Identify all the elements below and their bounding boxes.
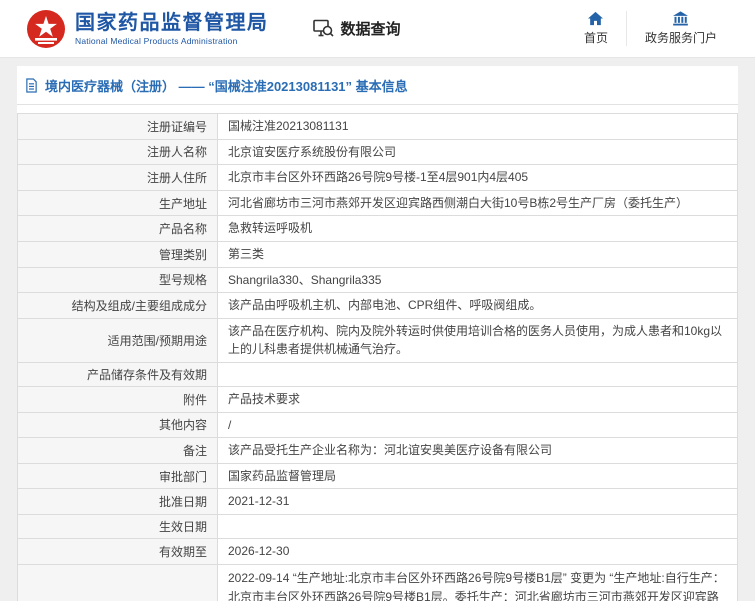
row-label: 批准日期 xyxy=(18,489,218,515)
nav-home[interactable]: 首页 xyxy=(566,11,626,46)
row-label: 管理类别 xyxy=(18,241,218,267)
content-panel: 境内医疗器械（注册） —— “国械注准20213081131” 基本信息 注册证… xyxy=(17,66,738,601)
brand: 国家药品监督管理局 National Medical Products Admi… xyxy=(26,9,269,49)
data-query-icon xyxy=(313,19,334,38)
row-value xyxy=(218,514,738,538)
table-row: 附件 产品技术要求 xyxy=(18,386,738,412)
row-label: 注册证编号 xyxy=(18,114,218,140)
table-row: 生产地址 河北省廊坊市三河市燕郊开发区迎宾路西侧潮白大街10号B栋2号生产厂房（… xyxy=(18,190,738,216)
row-value: 2021-12-31 xyxy=(218,489,738,515)
table-row: 批准日期 2021-12-31 xyxy=(18,489,738,515)
header-nav: 首页 政务服务门户 xyxy=(566,11,735,46)
row-label: 其他内容 xyxy=(18,412,218,438)
row-value: 国家药品监督管理局 xyxy=(218,463,738,489)
nmpa-emblem-icon xyxy=(26,9,66,49)
nav-portal-label: 政务服务门户 xyxy=(645,29,717,46)
table-row: 适用范围/预期用途 该产品在医疗机构、院内及院外转运时供使用培训合格的医务人员使… xyxy=(18,318,738,362)
table-row: 注册证编号 国械注准20213081131 xyxy=(18,114,738,140)
table-row: 产品储存条件及有效期 xyxy=(18,362,738,386)
org-name: 国家药品监督管理局 xyxy=(75,12,269,34)
table-row: 备注 该产品受托生产企业名称为：河北谊安奥美医疗设备有限公司 xyxy=(18,438,738,464)
table-row: 注册人住所 北京市丰台区外环西路26号院9号楼-1至4层901内4层405 xyxy=(18,165,738,191)
row-label: 变更情况 xyxy=(18,564,218,601)
registration-info-table: 注册证编号 国械注准20213081131 注册人名称 北京谊安医疗系统股份有限… xyxy=(17,113,738,601)
table-row: 产品名称 急救转运呼吸机 xyxy=(18,216,738,242)
row-value: 该产品受托生产企业名称为：河北谊安奥美医疗设备有限公司 xyxy=(218,438,738,464)
row-label: 结构及组成/主要组成成分 xyxy=(18,293,218,319)
table-row: 管理类别 第三类 xyxy=(18,241,738,267)
row-label: 生产地址 xyxy=(18,190,218,216)
home-icon xyxy=(587,11,604,26)
row-value: 该产品在医疗机构、院内及院外转运时供使用培训合格的医务人员使用，为成人患者和10… xyxy=(218,318,738,362)
table-row: 有效期至 2026-12-30 xyxy=(18,538,738,564)
row-label: 生效日期 xyxy=(18,514,218,538)
row-value: 2026-12-30 xyxy=(218,538,738,564)
row-value xyxy=(218,362,738,386)
row-value: 国械注准20213081131 xyxy=(218,114,738,140)
row-label: 适用范围/预期用途 xyxy=(18,318,218,362)
page-title: 境内医疗器械（注册） —— “国械注准20213081131” 基本信息 xyxy=(17,66,738,105)
government-portal-icon xyxy=(672,11,689,26)
data-query-label: 数据查询 xyxy=(341,18,401,39)
row-value: 北京谊安医疗系统股份有限公司 xyxy=(218,139,738,165)
main-area: 境内医疗器械（注册） —— “国械注准20213081131” 基本信息 注册证… xyxy=(0,58,755,601)
row-label: 审批部门 xyxy=(18,463,218,489)
table-row: 结构及组成/主要组成成分 该产品由呼吸机主机、内部电池、CPR组件、呼吸阀组成。 xyxy=(18,293,738,319)
nav-portal[interactable]: 政务服务门户 xyxy=(626,11,735,46)
row-label: 注册人住所 xyxy=(18,165,218,191)
table-row: 注册人名称 北京谊安医疗系统股份有限公司 xyxy=(18,139,738,165)
row-value: 急救转运呼吸机 xyxy=(218,216,738,242)
row-value: 第三类 xyxy=(218,241,738,267)
org-name-en: National Medical Products Administration xyxy=(75,36,269,46)
nav-data-query[interactable]: 数据查询 xyxy=(313,18,401,39)
top-header: 国家药品监督管理局 National Medical Products Admi… xyxy=(0,0,755,58)
row-label: 注册人名称 xyxy=(18,139,218,165)
table-row: 审批部门 国家药品监督管理局 xyxy=(18,463,738,489)
table-row: 生效日期 xyxy=(18,514,738,538)
brand-text: 国家药品监督管理局 National Medical Products Admi… xyxy=(75,12,269,46)
page-title-text: 境内医疗器械（注册） —— “国械注准20213081131” 基本信息 xyxy=(45,76,408,95)
row-value: 河北省廊坊市三河市燕郊开发区迎宾路西侧潮白大街10号B栋2号生产厂房（委托生产） xyxy=(218,190,738,216)
row-label: 型号规格 xyxy=(18,267,218,293)
row-label: 有效期至 xyxy=(18,538,218,564)
row-label: 产品储存条件及有效期 xyxy=(18,362,218,386)
nav-home-label: 首页 xyxy=(584,29,608,46)
row-value: Shangrila330、Shangrila335 xyxy=(218,267,738,293)
row-value: 产品技术要求 xyxy=(218,386,738,412)
table-row: 型号规格 Shangrila330、Shangrila335 xyxy=(18,267,738,293)
row-label: 备注 xyxy=(18,438,218,464)
row-value: 北京市丰台区外环西路26号院9号楼-1至4层901内4层405 xyxy=(218,165,738,191)
document-icon xyxy=(25,78,38,93)
row-value: 该产品由呼吸机主机、内部电池、CPR组件、呼吸阀组成。 xyxy=(218,293,738,319)
table-row: 变更情况 2022-09-14 “生产地址:北京市丰台区外环西路26号院9号楼B… xyxy=(18,564,738,601)
row-value: / xyxy=(218,412,738,438)
table-row: 其他内容 / xyxy=(18,412,738,438)
row-label: 附件 xyxy=(18,386,218,412)
row-value-change-history: 2022-09-14 “生产地址:北京市丰台区外环西路26号院9号楼B1层” 变… xyxy=(218,564,738,601)
row-label: 产品名称 xyxy=(18,216,218,242)
